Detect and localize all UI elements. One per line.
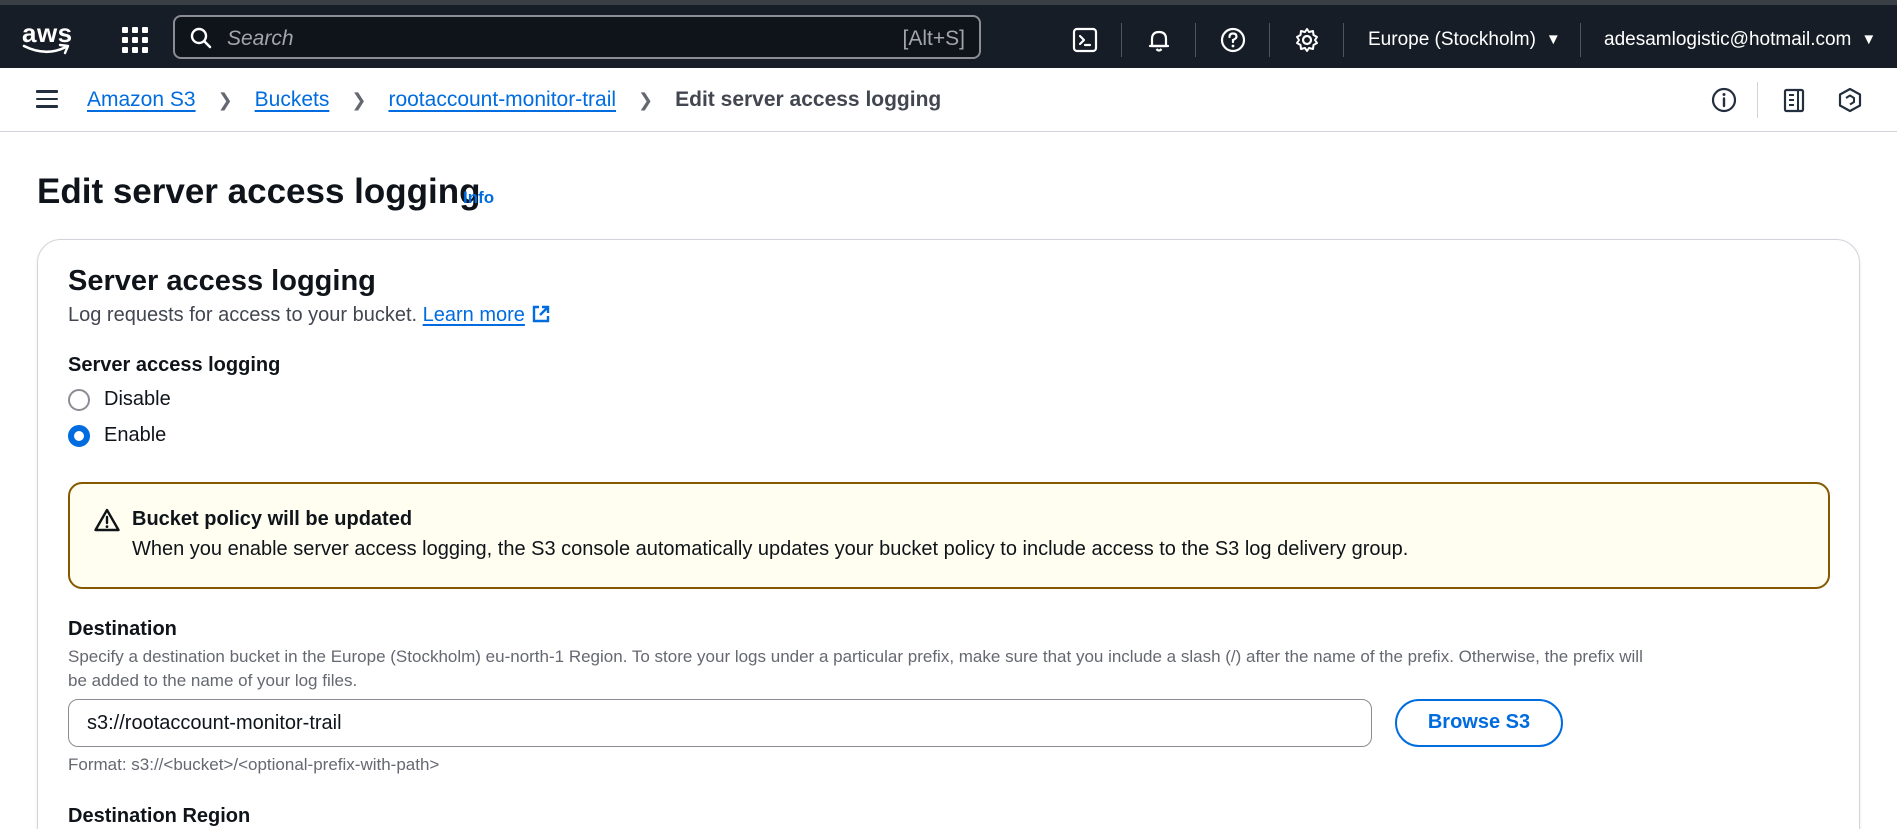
- nav-divider: [1269, 23, 1270, 57]
- radio-button-disable[interactable]: [68, 388, 90, 411]
- search-placeholder: Search: [227, 27, 294, 50]
- settings-icon[interactable]: [1292, 25, 1322, 55]
- alert-body: When you enable server access logging, t…: [132, 538, 1409, 560]
- logging-field-label: Server access logging: [68, 354, 281, 376]
- info-panel-icon[interactable]: [1710, 86, 1738, 114]
- destination-help-text: Specify a destination bucket in the Euro…: [68, 645, 1643, 693]
- breadcrumb-current: Edit server access logging: [675, 88, 942, 111]
- cloudshell-icon[interactable]: [1070, 25, 1100, 55]
- breadcrumb-buckets[interactable]: Buckets: [255, 88, 330, 112]
- learn-more-link[interactable]: Learn more: [423, 304, 551, 326]
- radio-enable[interactable]: Enable: [68, 424, 166, 447]
- search-icon: [190, 27, 212, 49]
- external-link-icon: [532, 305, 550, 323]
- radio-disable-label: Disable: [104, 388, 171, 410]
- nav-divider: [1343, 23, 1344, 57]
- chevron-right-icon: ❯: [638, 89, 654, 110]
- destination-input[interactable]: s3://rootaccount-monitor-trail: [68, 699, 1372, 747]
- radio-enable-label: Enable: [104, 424, 167, 446]
- account-label: adesamlogistic@hotmail.com: [1604, 29, 1852, 50]
- top-navigation-bar: aws Search [Alt+S] Europe (Stockholm) ▼ …: [0, 0, 1897, 68]
- search-shortcut: [Alt+S]: [902, 27, 965, 50]
- account-menu[interactable]: adesamlogistic@hotmail.com ▼: [1604, 29, 1876, 51]
- hexagon-assistant-icon[interactable]: [1836, 86, 1864, 114]
- breadcrumb-bar: Amazon S3 ❯ Buckets ❯ rootaccount-monito…: [0, 68, 1897, 132]
- hamburger-menu-icon[interactable]: [36, 90, 58, 108]
- chevron-right-icon: ❯: [351, 89, 367, 110]
- alert-title: Bucket policy will be updated: [132, 508, 413, 530]
- nav-divider: [1121, 23, 1122, 57]
- section-description: Log requests for access to your bucket. …: [68, 304, 551, 327]
- destination-format-hint: Format: s3://<bucket>/<optional-prefix-w…: [68, 755, 440, 774]
- breadcrumb-amazon-s3[interactable]: Amazon S3: [87, 88, 196, 112]
- utility-divider: [1757, 82, 1758, 118]
- services-menu-icon[interactable]: [122, 27, 148, 53]
- warning-alert: Bucket policy will be updated When you e…: [68, 482, 1830, 589]
- region-selector[interactable]: Europe (Stockholm) ▼: [1368, 29, 1561, 51]
- destination-label: Destination: [68, 618, 177, 640]
- aws-logo[interactable]: aws: [22, 18, 74, 58]
- nav-divider: [1195, 23, 1196, 57]
- help-icon[interactable]: [1218, 25, 1248, 55]
- page-title: Edit server access logging: [37, 172, 481, 211]
- destination-help-line-2: be added to the name of your log files.: [68, 671, 358, 690]
- region-label: Europe (Stockholm): [1368, 29, 1536, 50]
- caret-down-icon: ▼: [1861, 31, 1877, 48]
- aws-smile-icon: [22, 43, 70, 55]
- radio-disable[interactable]: Disable: [68, 388, 171, 411]
- section-title: Server access logging: [68, 265, 376, 297]
- destination-region-label: Destination Region: [68, 805, 251, 827]
- breadcrumb: Amazon S3 ❯ Buckets ❯ rootaccount-monito…: [87, 88, 941, 112]
- server-access-logging-panel: Server access logging Log requests for a…: [37, 239, 1860, 829]
- destination-help-line-1: Specify a destination bucket in the Euro…: [68, 647, 1643, 666]
- learn-more-label: Learn more: [422, 304, 525, 326]
- nav-divider: [1580, 23, 1581, 57]
- radio-button-enable[interactable]: [68, 424, 90, 447]
- info-link[interactable]: Info: [463, 188, 494, 208]
- breadcrumb-bucket-name[interactable]: rootaccount-monitor-trail: [388, 88, 616, 112]
- browse-s3-button[interactable]: Browse S3: [1395, 699, 1563, 747]
- chevron-right-icon: ❯: [217, 89, 233, 110]
- notes-panel-icon[interactable]: [1780, 86, 1808, 114]
- section-description-text: Log requests for access to your bucket.: [68, 304, 418, 326]
- caret-down-icon: ▼: [1545, 31, 1561, 48]
- destination-input-value: s3://rootaccount-monitor-trail: [87, 712, 342, 734]
- search-bar[interactable]: Search [Alt+S]: [173, 15, 981, 59]
- bell-icon[interactable]: [1144, 25, 1174, 55]
- warning-icon: [94, 508, 120, 532]
